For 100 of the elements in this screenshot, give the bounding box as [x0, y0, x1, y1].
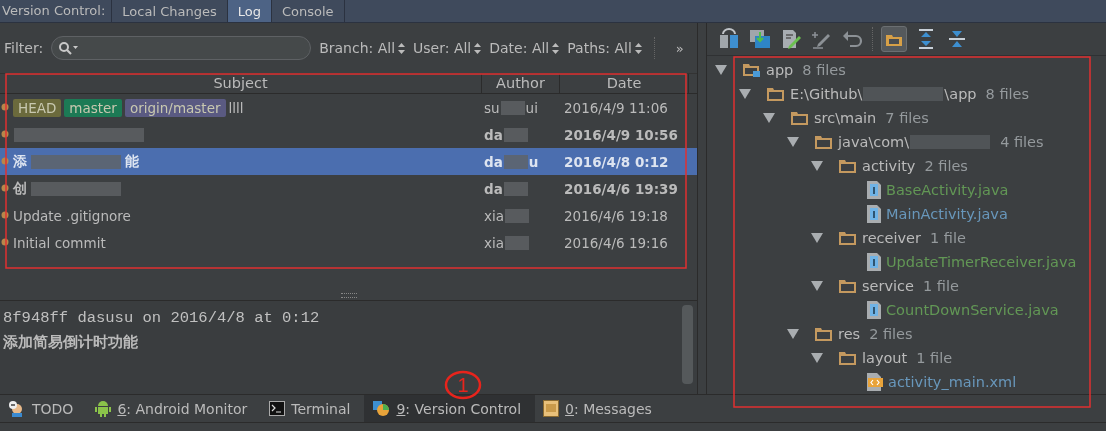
folder-name: java\com\ — [838, 134, 910, 150]
group-by-directory-button[interactable] — [881, 26, 907, 52]
up-down-arrows-icon — [474, 42, 482, 54]
file-name: UpdateTimerReceiver.java — [886, 254, 1077, 270]
column-header[interactable]: Subject — [0, 74, 482, 93]
tab[interactable]: Local Changes — [112, 0, 228, 22]
folder-name: src\main — [814, 110, 877, 126]
commit-subject: llll — [228, 99, 244, 116]
expand-arrow-icon[interactable] — [715, 65, 727, 75]
tree-item[interactable]: MainActivity.java — [707, 202, 1106, 226]
file-count: 1 file — [916, 350, 953, 366]
folder-icon — [838, 230, 857, 246]
file-count: 2 files — [869, 326, 913, 342]
up-down-arrows-icon — [398, 42, 406, 54]
author-name: da — [484, 126, 503, 143]
tree-item[interactable]: service 1 file — [707, 274, 1106, 298]
commit-row[interactable]: da 2016/4/9 10:56 — [0, 121, 697, 148]
tool-window-button[interactable]: TODO — [0, 395, 88, 422]
commit-date: 2016/4/8 0:12 — [563, 153, 670, 170]
tab[interactable]: Log — [227, 0, 272, 22]
tree-item[interactable]: receiver 1 file — [707, 226, 1106, 250]
splitter-grip[interactable] — [340, 292, 357, 298]
search-icon — [58, 41, 81, 55]
tool-window-title: Version Control: — [0, 0, 113, 22]
tree-item[interactable]: app 8 files — [707, 58, 1106, 82]
tree-item[interactable]: java\com\ 4 files — [707, 130, 1106, 154]
tool-window-button[interactable]: 0: Messages — [535, 395, 666, 422]
expand-arrow-icon[interactable] — [763, 113, 775, 123]
commit-row[interactable]: 添 能 da u 2016/4/8 0:12 — [0, 148, 697, 175]
expand-arrow-icon[interactable] — [787, 329, 799, 339]
commit-date: 2016/4/6 19:16 — [563, 234, 669, 251]
column-header[interactable]: Author — [482, 74, 560, 93]
more-button[interactable]: » — [675, 40, 684, 56]
search-field[interactable] — [51, 36, 312, 60]
file-count: 8 files — [802, 62, 846, 78]
commit-row[interactable]: 创 da 2016/4/6 19:39 — [0, 175, 697, 202]
expand-arrow-icon[interactable] — [811, 161, 823, 171]
folder-name: \app — [944, 86, 977, 102]
java-file-icon — [867, 205, 881, 223]
commit-subject: 添 — [13, 152, 27, 171]
refresh-icon[interactable] — [717, 28, 741, 50]
file-count: 4 files — [1000, 134, 1044, 150]
filter-dropdown[interactable]: Branch: All — [319, 40, 406, 56]
file-count: 2 files — [924, 158, 968, 174]
commit-message: 添加简易倒计时功能 — [3, 333, 139, 352]
tool-window-button[interactable]: 9: Version Control — [364, 395, 536, 422]
author-name: xia — [484, 234, 504, 251]
author-name: ui — [525, 99, 538, 116]
expand-arrow-icon[interactable] — [811, 281, 823, 291]
author-name: xia — [484, 207, 504, 224]
file-count: 1 file — [922, 278, 959, 294]
column-header[interactable]: Date — [560, 74, 689, 93]
commit-node-icon — [1, 130, 9, 138]
branch-label: origin/master — [124, 98, 226, 117]
expand-arrow-icon[interactable] — [787, 137, 799, 147]
expand-arrow-icon[interactable] — [811, 233, 823, 243]
folder-name: res — [838, 326, 861, 342]
folder-icon — [790, 110, 809, 126]
commit-row[interactable]: Update .gitignore xia 2016/4/6 19:18 — [0, 202, 697, 229]
blurred-text — [500, 100, 525, 115]
file-name: CountDownService.java — [886, 302, 1059, 318]
file-count: 1 file — [929, 230, 966, 246]
folder-name: service — [862, 278, 914, 294]
branch-label: HEAD — [13, 98, 62, 117]
commit-subject: Update .gitignore — [13, 207, 131, 224]
author-name: da — [484, 153, 503, 170]
tree-item[interactable]: E:\Github\ \app 8 files — [707, 82, 1106, 106]
tree-item[interactable]: CountDownService.java — [707, 298, 1106, 322]
commit-subject: 创 — [13, 179, 27, 198]
expand-arrow-icon[interactable] — [739, 89, 751, 99]
tab[interactable]: Console — [271, 0, 345, 22]
module-folder-icon — [742, 62, 761, 78]
tree-item[interactable]: src\main 7 files — [707, 106, 1106, 130]
tree-item[interactable]: layout 1 file — [707, 346, 1106, 370]
download-icon[interactable] — [748, 28, 772, 50]
tree-item[interactable]: activity_main.xml — [707, 370, 1106, 394]
commit-row[interactable]: HEAD master origin/master llll su ui 2016/4/9 11:06 — [0, 94, 697, 121]
java-file-icon — [867, 253, 881, 271]
commit-subject: Initial commit — [13, 234, 106, 251]
tool-window-button[interactable]: Terminal — [261, 395, 365, 422]
commit-row[interactable]: Initial commit xia 2016/4/6 19:16 — [0, 229, 697, 256]
tree-item[interactable]: activity 2 files — [707, 154, 1106, 178]
tree-item[interactable]: BaseActivity.java — [707, 178, 1106, 202]
scrollbar[interactable] — [682, 305, 693, 384]
blurred-text — [503, 154, 528, 169]
commit-date: 2016/4/6 19:39 — [563, 180, 679, 197]
up-down-arrows-icon — [634, 42, 642, 54]
filter-dropdown[interactable]: Date: All — [489, 40, 560, 56]
commit-node-icon — [1, 184, 9, 192]
tool-window-button[interactable]: 6: Android Monitor — [87, 395, 262, 422]
expand-arrow-icon[interactable] — [811, 353, 823, 363]
tree-item[interactable]: res 2 files — [707, 322, 1106, 346]
pie-chart-icon — [372, 400, 391, 417]
filter-dropdown[interactable]: Paths: All — [567, 40, 642, 56]
terminal-icon — [269, 401, 286, 416]
file-count: 8 files — [985, 86, 1030, 102]
tree-item[interactable]: UpdateTimerReceiver.java — [707, 250, 1106, 274]
file-count: 7 files — [885, 110, 929, 126]
filter-dropdown[interactable]: User: All — [413, 40, 482, 56]
annotation-mark: 1 — [443, 368, 483, 402]
